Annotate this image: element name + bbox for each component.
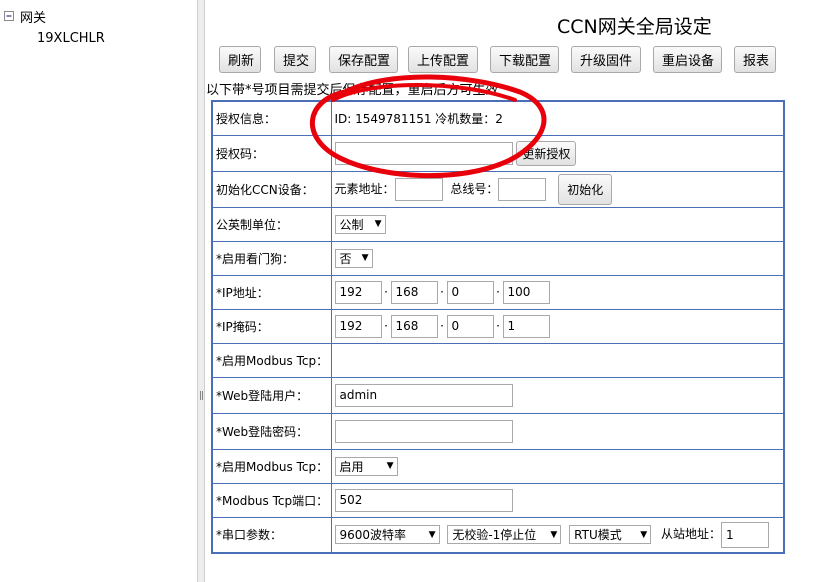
baud-rate-select[interactable]: 9600波特率 ▼ [334, 525, 440, 545]
row-watchdog: *启用看门狗： 否 ▼ [211, 240, 785, 276]
refresh-button[interactable]: 刷新 [219, 46, 261, 73]
modbus-port-cell [330, 482, 785, 518]
web-user-label: *Web登陆用户： [211, 376, 332, 414]
upgrade-firmware-button[interactable]: 升级固件 [571, 46, 641, 73]
row-modbus-port: *Modbus Tcp端口： [211, 482, 785, 518]
unit-system-cell: 公制 ▼ [330, 206, 785, 242]
mask-octet-3[interactable] [446, 314, 494, 338]
element-address-label: 元素地址： [334, 181, 395, 196]
ip-mask-cell: ··· [330, 308, 785, 344]
row-unit-system: 公英制单位： 公制 ▼ [211, 206, 785, 242]
web-password-cell [330, 412, 785, 450]
restart-device-button[interactable]: 重启设备 [653, 46, 722, 73]
initialize-button[interactable]: 初始化 [558, 173, 613, 205]
dropdown-arrow-icon: ▼ [361, 253, 369, 263]
save-config-button[interactable]: 保存配置 [329, 46, 398, 73]
mask-octet-4[interactable] [502, 314, 550, 338]
row-modbus-enable-2: *启用Modbus Tcp： 启用 ▼ [211, 448, 785, 484]
tree-item-19xlchlr[interactable]: 19XLCHLR [37, 31, 105, 46]
watchdog-label: *启用看门狗： [211, 240, 332, 276]
license-info-label: 授权信息： [211, 100, 332, 136]
web-password-input[interactable] [334, 419, 513, 443]
row-modbus-enable-1: *启用Modbus Tcp： [211, 342, 785, 378]
panel-splitter[interactable]: || [197, 0, 205, 582]
parity-value: 无校验-1停止位 [452, 528, 537, 543]
page-title: CCN网关全局设定 [557, 16, 712, 38]
slave-address-label: 从站地址： [660, 527, 721, 542]
serial-cell: 9600波特率 ▼ 无校验-1停止位 ▼ RTU模式 ▼ 从站地址： [330, 516, 785, 554]
license-code-cell: 更新授权 [330, 134, 785, 172]
element-address-input[interactable] [394, 177, 443, 201]
row-ip-mask: *IP掩码： ··· [211, 308, 785, 344]
dropdown-arrow-icon: ▼ [640, 529, 648, 540]
report-button[interactable]: 报表 [734, 46, 776, 73]
sidebar-tree: 网关 19XLCHLR [0, 0, 196, 582]
restart-notice: 以下带*号项目需提交后保存配置，重启后方可生效 [206, 83, 499, 98]
serial-mode-value: RTU模式 [574, 528, 622, 543]
baud-rate-value: 9600波特率 [339, 528, 407, 543]
watchdog-value: 否 [339, 251, 352, 266]
modbus-enable-value: 启用 [339, 459, 364, 474]
slave-address-input[interactable] [721, 521, 769, 548]
modbus-enable-2-cell: 启用 ▼ [330, 448, 785, 484]
watchdog-select[interactable]: 否 ▼ [334, 248, 373, 268]
web-user-cell [330, 376, 785, 414]
row-license-code: 授权码： 更新授权 [211, 134, 785, 172]
row-ip-address: *IP地址： ··· [211, 274, 785, 310]
modbus-enable-2-label: *启用Modbus Tcp： [211, 448, 332, 484]
download-config-button[interactable]: 下载配置 [490, 46, 559, 73]
init-ccn-cell: 元素地址： 总线号： 初始化 [330, 170, 785, 208]
parity-select[interactable]: 无校验-1停止位 ▼ [447, 525, 562, 545]
ip-mask-label: *IP掩码： [211, 308, 332, 344]
update-license-button[interactable]: 更新授权 [516, 140, 577, 166]
dropdown-arrow-icon: ▼ [386, 461, 394, 471]
license-info-value: ID: 1549781151 冷机数量：2 [330, 100, 785, 136]
modbus-port-input[interactable] [334, 488, 513, 512]
upload-config-button[interactable]: 上传配置 [408, 46, 478, 73]
unit-system-select[interactable]: 公制 ▼ [334, 214, 386, 234]
submit-button[interactable]: 提交 [274, 46, 316, 73]
dropdown-arrow-icon: ▼ [374, 219, 382, 229]
ip-address-label: *IP地址： [211, 274, 332, 310]
watchdog-cell: 否 ▼ [330, 240, 785, 276]
bus-number-label: 总线号： [450, 181, 499, 196]
mask-octet-2[interactable] [390, 314, 438, 338]
web-password-label: *Web登陆密码： [211, 412, 332, 450]
license-code-label: 授权码： [211, 134, 332, 172]
unit-system-value: 公制 [339, 217, 364, 232]
dropdown-arrow-icon: ▼ [428, 529, 436, 540]
ip-octet-3[interactable] [446, 280, 494, 304]
ip-octet-1[interactable] [334, 280, 382, 304]
tree-root-gateway[interactable]: 网关 [20, 7, 46, 26]
serial-label: *串口参数： [211, 516, 332, 554]
dropdown-arrow-icon: ▼ [550, 529, 558, 540]
ip-octet-4[interactable] [502, 280, 550, 304]
row-init-ccn: 初始化CCN设备： 元素地址： 总线号： 初始化 [211, 170, 785, 208]
modbus-port-label: *Modbus Tcp端口： [211, 482, 332, 518]
row-web-password: *Web登陆密码： [211, 412, 785, 450]
modbus-enable-1-label: *启用Modbus Tcp： [211, 342, 332, 378]
serial-mode-select[interactable]: RTU模式 ▼ [569, 525, 652, 545]
mask-octet-1[interactable] [334, 314, 382, 338]
modbus-enable-1-cell [330, 342, 785, 378]
tree-collapse-icon[interactable] [4, 10, 14, 21]
row-serial: *串口参数： 9600波特率 ▼ 无校验-1停止位 ▼ RTU模式 ▼ 从站地址： [211, 516, 785, 554]
settings-table: 授权信息： ID: 1549781151 冷机数量：2 授权码： 更新授权 初始… [211, 100, 785, 554]
modbus-enable-select[interactable]: 启用 ▼ [334, 456, 398, 476]
license-code-input[interactable] [334, 141, 513, 165]
row-license-info: 授权信息： ID: 1549781151 冷机数量：2 [211, 100, 785, 136]
ip-octet-2[interactable] [390, 280, 438, 304]
bus-number-input[interactable] [498, 177, 547, 201]
web-user-input[interactable] [334, 383, 513, 407]
splitter-grip-icon[interactable]: || [199, 391, 204, 401]
ip-address-cell: ··· [330, 274, 785, 310]
row-web-user: *Web登陆用户： [211, 376, 785, 414]
unit-system-label: 公英制单位： [211, 206, 332, 242]
init-ccn-label: 初始化CCN设备： [211, 170, 332, 208]
